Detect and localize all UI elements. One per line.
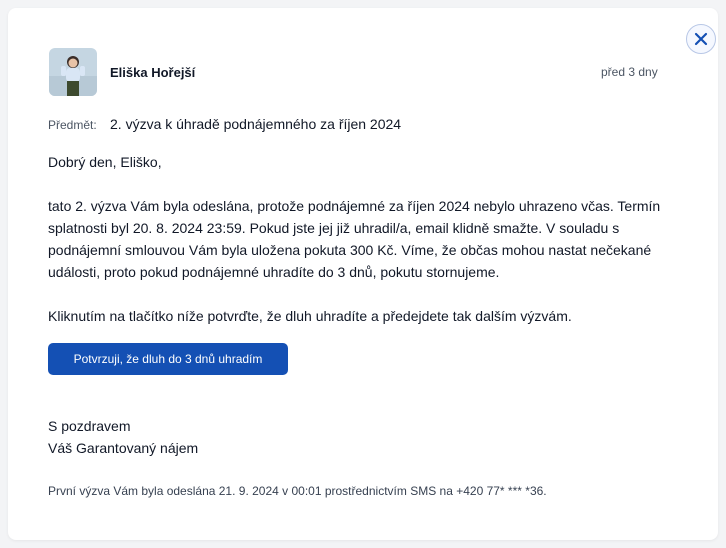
sign-off: S pozdravem	[48, 418, 131, 434]
footer-note: První výzva Vám byla odeslána 21. 9. 202…	[48, 484, 547, 498]
instruction-text: Kliknutím na tlačítko níže potvrďte, že …	[48, 308, 572, 324]
close-button[interactable]	[686, 24, 716, 54]
greeting: Dobrý den, Eliško,	[48, 154, 162, 170]
subject-label: Předmět:	[48, 118, 97, 132]
message-time: před 3 dny	[601, 65, 658, 79]
confirm-payment-button[interactable]: Potvrzuji, že dluh do 3 dnů uhradím	[48, 343, 288, 375]
subject: 2. výzva k úhradě podnájemného za říjen …	[110, 116, 402, 132]
message-body: tato 2. výzva Vám byla odeslána, protože…	[48, 198, 661, 280]
signature: Váš Garantovaný nájem	[48, 440, 199, 456]
sender-name: Eliška Hořejší	[110, 65, 196, 80]
avatar	[49, 48, 97, 96]
close-icon	[694, 32, 708, 46]
